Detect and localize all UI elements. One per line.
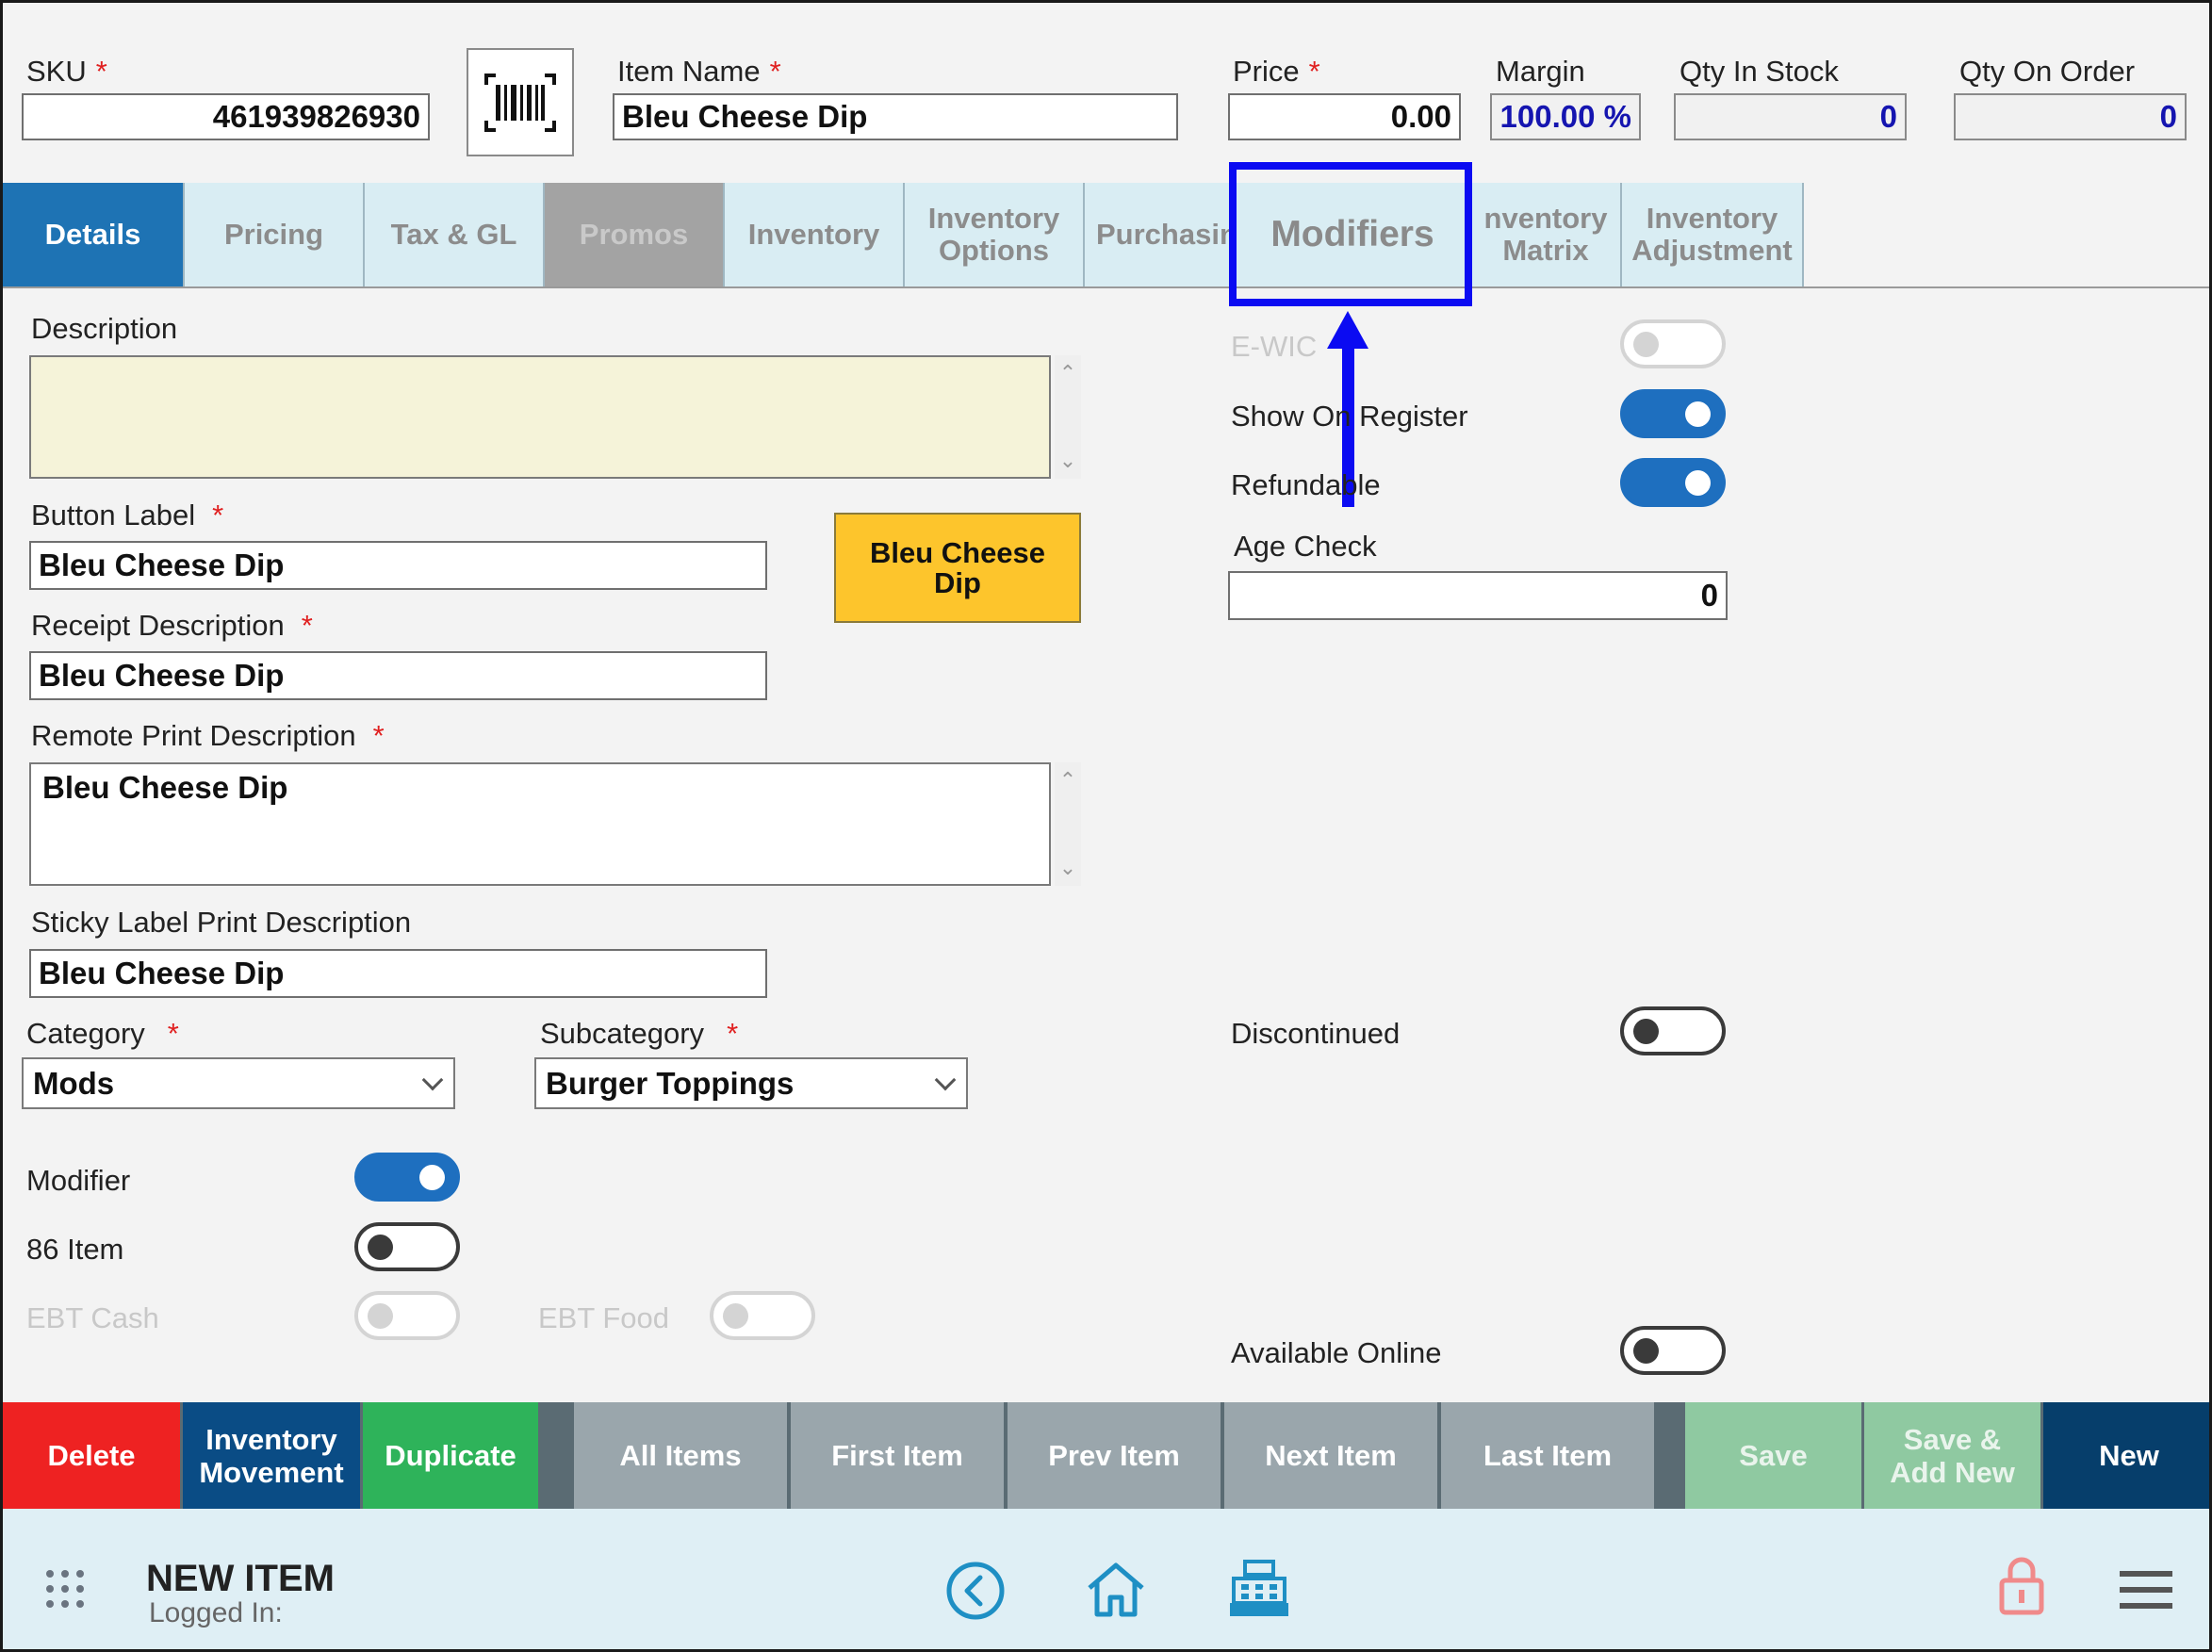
ewic-toggle[interactable] — [1620, 319, 1726, 368]
footer-bar: NEW ITEM Logged In: — [3, 1509, 2209, 1649]
refundable-toggle[interactable] — [1620, 458, 1726, 507]
ewic-label: E-WIC — [1231, 330, 1318, 363]
tab-purchasing[interactable]: Purchasin — [1085, 183, 1236, 286]
tab-details[interactable]: Details — [3, 183, 185, 286]
ebt-cash-toggle[interactable] — [354, 1291, 460, 1340]
description-field[interactable] — [29, 355, 1051, 479]
tab-bar: Details Pricing Tax & GL Promos Inventor… — [3, 183, 2209, 288]
tab-inventory[interactable]: Inventory — [725, 183, 905, 286]
barcode-icon[interactable] — [467, 48, 574, 156]
save-button[interactable]: Save — [1685, 1402, 1861, 1509]
category-select[interactable]: Mods — [22, 1057, 455, 1109]
register-icon[interactable] — [1228, 1558, 1290, 1620]
new-button[interactable]: New — [2043, 1402, 2209, 1509]
ebt-cash-label: EBT Cash — [26, 1301, 159, 1334]
first-item-button[interactable]: First Item — [791, 1402, 1004, 1509]
qty-on-order-field: 0 — [1954, 93, 2187, 140]
remote-print-description-label: Remote Print Description * — [31, 719, 385, 752]
description-scrollbar[interactable]: ⌃ ⌄ — [1055, 355, 1081, 479]
back-circle-icon[interactable] — [945, 1561, 1006, 1621]
prev-item-button[interactable]: Prev Item — [1008, 1402, 1221, 1509]
age-check-label: Age Check — [1234, 530, 1377, 563]
delete-button[interactable]: Delete — [3, 1402, 180, 1509]
button-label-field[interactable]: Bleu Cheese Dip — [29, 541, 767, 590]
qty-in-stock-label: Qty In Stock — [1679, 55, 1839, 88]
sticky-label-label: Sticky Label Print Description — [31, 906, 412, 939]
price-field[interactable]: 0.00 — [1228, 93, 1461, 140]
remote-print-description-field[interactable]: Bleu Cheese Dip — [29, 762, 1051, 886]
tab-pricing[interactable]: Pricing — [185, 183, 365, 286]
annotation-highlight-box — [1229, 162, 1472, 306]
description-label: Description — [31, 312, 178, 345]
logged-in-label: Logged In: — [149, 1597, 283, 1628]
sku-label: SKU * — [26, 55, 107, 88]
available-online-toggle[interactable] — [1620, 1326, 1726, 1375]
margin-label: Margin — [1496, 55, 1585, 88]
remote-print-scrollbar[interactable]: ⌃ ⌄ — [1055, 762, 1081, 886]
next-item-button[interactable]: Next Item — [1224, 1402, 1437, 1509]
receipt-description-field[interactable]: Bleu Cheese Dip — [29, 651, 767, 700]
show-on-register-toggle[interactable] — [1620, 389, 1726, 438]
age-check-field[interactable]: 0 — [1228, 571, 1728, 620]
available-online-label: Available Online — [1231, 1336, 1442, 1369]
show-on-register-label: Show On Register — [1231, 400, 1468, 433]
refundable-label: Refundable — [1231, 468, 1381, 501]
button-label-label: Button Label * — [31, 499, 224, 532]
qty-on-order-label: Qty On Order — [1959, 55, 2136, 88]
grid-menu-icon[interactable] — [44, 1568, 86, 1610]
duplicate-button[interactable]: Duplicate — [363, 1402, 538, 1509]
footer-title: NEW ITEM — [146, 1558, 335, 1599]
tab-inventory-adjustment[interactable]: Inventory Adjustment — [1622, 183, 1804, 286]
item-editor-window: SKU * 461939826930 Item Name * Bleu Cheese… — [0, 0, 2212, 1652]
inventory-movement-button[interactable]: Inventory Movement — [183, 1402, 360, 1509]
item86-label: 86 Item — [26, 1233, 124, 1266]
tab-promos[interactable]: Promos — [545, 183, 725, 286]
home-icon[interactable] — [1084, 1560, 1148, 1620]
tab-tax-gl[interactable]: Tax & GL — [365, 183, 545, 286]
item86-toggle[interactable] — [354, 1222, 460, 1271]
item-name-field[interactable]: Bleu Cheese Dip — [613, 93, 1178, 140]
tab-inventory-matrix[interactable]: nventory Matrix — [1471, 183, 1622, 286]
all-items-button[interactable]: All Items — [574, 1402, 787, 1509]
receipt-description-label: Receipt Description * — [31, 609, 313, 642]
ebt-food-toggle[interactable] — [710, 1291, 815, 1340]
hamburger-menu-icon[interactable] — [2120, 1569, 2172, 1611]
chevron-down-icon — [421, 1069, 444, 1091]
subcategory-label: Subcategory * — [540, 1017, 739, 1050]
save-add-new-button[interactable]: Save & Add New — [1864, 1402, 2040, 1509]
category-label: Category * — [26, 1017, 179, 1050]
discontinued-toggle[interactable] — [1620, 1006, 1726, 1055]
qty-in-stock-field: 0 — [1674, 93, 1907, 140]
sku-field[interactable]: 461939826930 — [22, 93, 430, 140]
sticky-label-field[interactable]: Bleu Cheese Dip — [29, 949, 767, 998]
tab-inventory-options[interactable]: Inventory Options — [905, 183, 1085, 286]
discontinued-label: Discontinued — [1231, 1017, 1401, 1050]
ebt-food-label: EBT Food — [538, 1301, 670, 1334]
subcategory-select[interactable]: Burger Toppings — [534, 1057, 968, 1109]
chevron-down-icon — [934, 1069, 957, 1091]
action-bar: Delete Inventory Movement Duplicate All … — [3, 1402, 2209, 1509]
category-value: Mods — [33, 1065, 115, 1101]
modifier-label: Modifier — [26, 1164, 131, 1197]
modifier-toggle[interactable] — [354, 1153, 460, 1202]
price-label: Price * — [1233, 55, 1320, 88]
lock-icon[interactable] — [1997, 1554, 2046, 1616]
button-preview: Bleu Cheese Dip — [834, 513, 1081, 623]
last-item-button[interactable]: Last Item — [1441, 1402, 1654, 1509]
item-name-label: Item Name * — [617, 55, 781, 88]
subcategory-value: Burger Toppings — [546, 1065, 795, 1101]
margin-field: 100.00 % — [1490, 93, 1641, 140]
